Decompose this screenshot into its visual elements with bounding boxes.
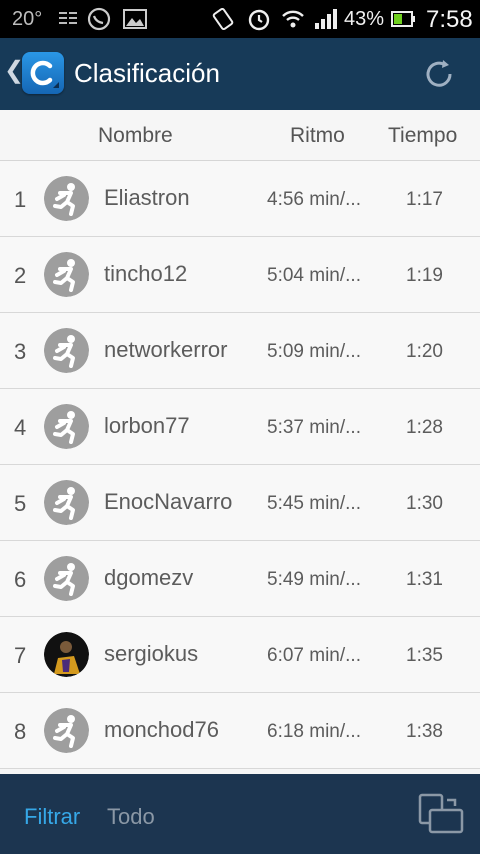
table-row[interactable]: 5 EnocNavarro 5:45 min/... 1:30 — [0, 465, 480, 541]
default-runner-icon — [44, 252, 89, 297]
table-row[interactable]: 3 networkerror 5:09 min/... 1:20 — [0, 313, 480, 389]
table-row[interactable]: 2 tincho12 5:04 min/... 1:19 — [0, 237, 480, 313]
default-runner-icon — [44, 404, 89, 449]
default-runner-icon — [44, 556, 89, 601]
image-icon — [123, 9, 147, 29]
alarm-icon — [248, 9, 270, 31]
battery-icon — [391, 11, 415, 27]
rotate-icon — [212, 7, 234, 31]
ranking-list: 1 Eliastron 4:56 min/... 1:17 2 tincho12… — [0, 161, 480, 769]
rank-number: 7 — [14, 643, 27, 668]
wifi-icon — [282, 10, 304, 28]
temperature: 20° — [12, 8, 43, 30]
clock-time: 7:58 — [426, 6, 473, 33]
table-row[interactable]: 1 Eliastron 4:56 min/... 1:17 — [0, 161, 480, 237]
runner-time: 1:20 — [406, 341, 443, 362]
runner-pace: 5:09 min/... — [267, 341, 361, 362]
table-row[interactable]: 6 dgomezv 5:49 min/... 1:31 — [0, 541, 480, 617]
runner-pace: 6:07 min/... — [267, 645, 361, 666]
runner-name: Eliastron — [104, 185, 190, 210]
rank-number: 2 — [14, 263, 27, 288]
runner-name: sergiokus — [104, 641, 199, 666]
battery-percent: 43% — [344, 8, 385, 30]
runner-pace: 5:49 min/... — [267, 569, 361, 590]
runner-pace: 5:45 min/... — [267, 493, 361, 514]
table-row[interactable]: 8 monchod76 6:18 min/... 1:38 — [0, 693, 480, 769]
rank-number: 1 — [14, 187, 27, 212]
runner-pace: 6:18 min/... — [267, 721, 361, 742]
runner-time: 1:38 — [406, 721, 443, 742]
runner-pace: 5:04 min/... — [267, 265, 361, 286]
runner-name: networkerror — [104, 337, 228, 362]
column-header-time[interactable]: Tiempo — [388, 124, 457, 148]
photo-avatar — [44, 632, 89, 677]
switch-view-icon[interactable] — [417, 792, 465, 836]
all-tab[interactable]: Todo — [107, 804, 155, 830]
page-title: Clasificación — [74, 58, 220, 88]
runner-time: 1:17 — [406, 189, 443, 210]
table-row[interactable]: 7 sergiokus 6:07 min/... 1:35 — [0, 617, 480, 693]
rank-number: 4 — [14, 415, 27, 440]
status-bar: 20° 43% 7:58 — [0, 0, 480, 38]
app-logo-icon[interactable] — [22, 52, 64, 94]
default-runner-icon — [44, 328, 89, 373]
default-runner-icon — [44, 480, 89, 525]
rank-number: 5 — [14, 491, 27, 516]
runner-pace: 5:37 min/... — [267, 417, 361, 438]
runner-pace: 4:56 min/... — [267, 189, 361, 210]
bottom-bar: Filtrar Todo — [0, 774, 480, 854]
runner-time: 1:30 — [406, 493, 443, 514]
signal-icon — [315, 9, 337, 29]
runner-name: EnocNavarro — [104, 489, 233, 514]
filter-tab[interactable]: Filtrar — [24, 804, 80, 830]
whatsapp-icon — [87, 7, 111, 31]
default-runner-icon — [44, 708, 89, 753]
column-header-pace[interactable]: Ritmo — [290, 124, 345, 148]
refresh-icon[interactable] — [421, 56, 457, 92]
notification-icon — [59, 12, 77, 24]
column-header-name[interactable]: Nombre — [98, 124, 173, 148]
runner-name: monchod76 — [104, 717, 219, 742]
action-bar: ❮ Clasificación — [0, 38, 480, 110]
runner-time: 1:35 — [406, 645, 443, 666]
table-row[interactable]: 4 lorbon77 5:37 min/... 1:28 — [0, 389, 480, 465]
rank-number: 8 — [14, 719, 27, 744]
default-runner-icon — [44, 176, 89, 221]
runner-name: tincho12 — [104, 261, 188, 286]
runner-name: lorbon77 — [104, 413, 190, 438]
rank-number: 6 — [14, 567, 27, 592]
runner-time: 1:31 — [406, 569, 443, 590]
rank-number: 3 — [14, 339, 27, 364]
runner-time: 1:19 — [406, 265, 443, 286]
table-header: Nombre Ritmo Tiempo — [0, 110, 480, 162]
runner-name: dgomezv — [104, 565, 194, 590]
runner-time: 1:28 — [406, 417, 443, 438]
